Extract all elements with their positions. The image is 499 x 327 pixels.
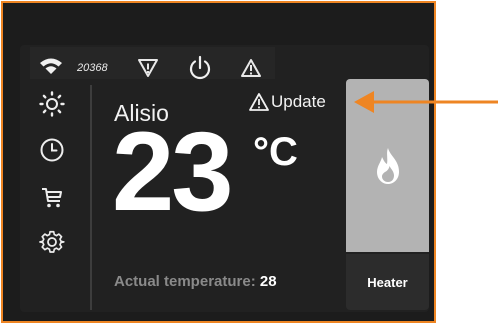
annotation-arrow: [354, 91, 498, 113]
